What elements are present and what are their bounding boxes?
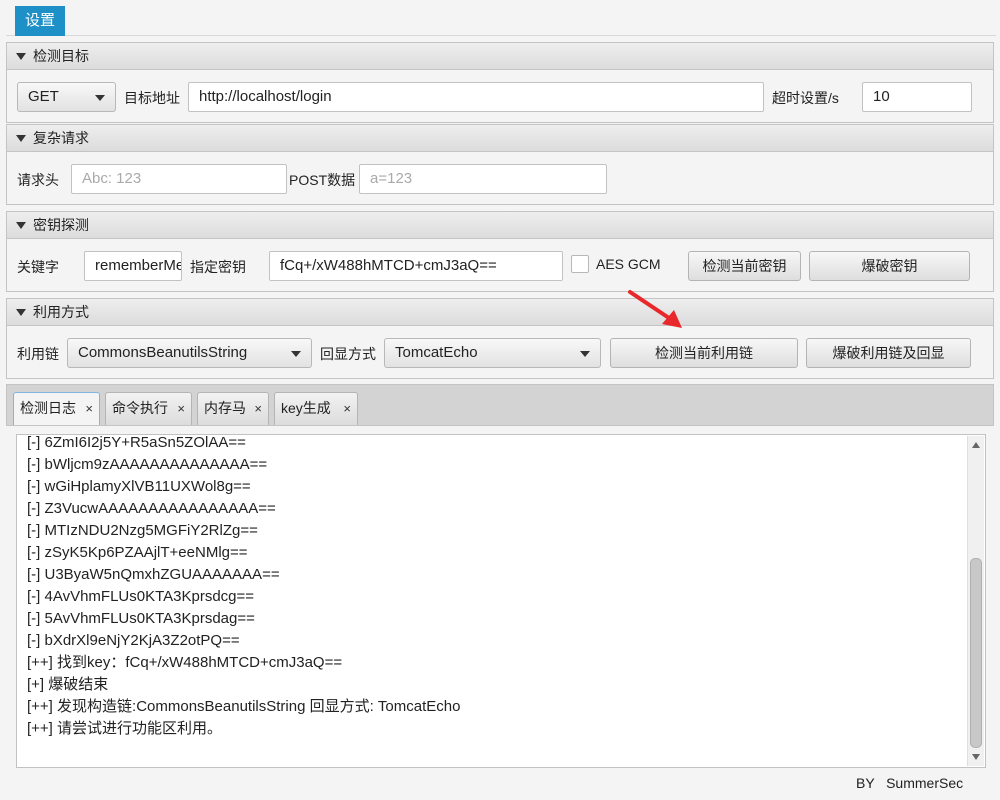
brute-chain-button[interactable]: 爆破利用链及回显 [806,338,971,368]
url-input[interactable]: http://localhost/login [188,82,764,112]
close-icon[interactable]: × [343,393,351,424]
log-line: [-] wGiHplamyXlVB11UXWol8g== [27,478,251,495]
check-key-button[interactable]: 检测当前密钥 [688,251,801,281]
scroll-down-arrow-icon[interactable] [972,754,980,760]
log-line: [++] 找到key：fCq+/xW488hMTCD+cmJ3aQ== [27,654,343,671]
timeout-label: 超时设置/s [772,90,839,106]
menu-bar: 设置 [6,4,996,36]
echo-select-value: TomcatEcho [395,344,478,361]
close-icon[interactable]: × [85,393,93,424]
log-line: [-] U3ByaW5nQmxhZGUAAAAAAA== [27,566,280,583]
scroll-up-arrow-icon[interactable] [972,442,980,448]
vertical-scrollbar[interactable] [967,436,984,766]
chevron-down-icon [95,95,105,101]
brute-key-button[interactable]: 爆破密钥 [809,251,970,281]
log-textarea[interactable]: [-] 6ZmI6I2j5Y+R5aSn5ZOlAA== [-] bWljcm9… [16,434,986,768]
url-label: 目标地址 [124,90,180,106]
log-line: [+] 爆破结束 [27,676,109,693]
chevron-down-icon [580,351,590,357]
close-icon[interactable]: × [254,393,262,424]
log-line: [++] 发现构造链:CommonsBeanutilsString 回显方式: … [27,698,461,715]
method-select-value: GET [28,88,59,105]
log-line: [-] 6ZmI6I2j5Y+R5aSn5ZOlAA== [27,434,246,451]
close-icon[interactable]: × [177,393,185,424]
annotation-arrow-icon [628,290,682,328]
header-input[interactable]: Abc: 123 [71,164,287,194]
complex-pane-header[interactable]: 复杂请求 [6,124,994,152]
echo-label: 回显方式 [320,346,376,362]
keyword-input[interactable]: rememberMe [84,251,182,281]
log-line: [-] Z3VucwAAAAAAAAAAAAAAAA== [27,500,276,517]
log-line: [-] bWljcm9zAAAAAAAAAAAAAA== [27,456,268,473]
key-pane-title: 密钥探测 [33,217,89,233]
log-line: [-] 5AvVhmFLUs0KTA3Kprsdag== [27,610,255,627]
tab-memshell[interactable]: 内存马 × [197,392,269,425]
scrollbar-thumb[interactable] [970,558,982,748]
chain-label: 利用链 [17,346,59,362]
footer-credit: BY SummerSec [856,775,964,791]
tab-label: key生成 [281,400,331,416]
aes-gcm-checkbox[interactable] [571,255,589,273]
tab-key-gen[interactable]: key生成 × [274,392,358,425]
collapse-triangle-icon[interactable] [16,309,26,316]
log-line: [-] zSyK5Kp6PZAAjlT+eeNMlg== [27,544,248,561]
timeout-input[interactable]: 10 [862,82,972,112]
tab-label: 检测日志 [20,400,76,416]
tab-command-exec[interactable]: 命令执行 × [105,392,192,425]
keyword-label: 关键字 [17,259,59,275]
collapse-triangle-icon[interactable] [16,222,26,229]
log-line: [++] 请尝试进行功能区利用。 [27,720,223,737]
key-pane-header[interactable]: 密钥探测 [6,211,994,239]
chain-select-value: CommonsBeanutilsString [78,344,248,361]
log-lines: [-] 6ZmI6I2j5Y+R5aSn5ZOlAA== [-] bWljcm9… [27,432,967,740]
post-label: POST数据 [289,172,356,188]
method-select[interactable]: GET [17,82,116,112]
log-line: [-] 4AvVhmFLUs0KTA3Kprsdcg== [27,588,255,605]
chevron-down-icon [291,351,301,357]
key-label: 指定密钥 [190,259,246,275]
target-pane-title: 检测目标 [33,48,89,64]
target-pane-header[interactable]: 检测目标 [6,42,994,70]
exploit-pane-header[interactable]: 利用方式 [6,298,994,326]
log-line: [-] bXdrXl9eNjY2KjA3Z2otPQ== [27,632,240,649]
collapse-triangle-icon[interactable] [16,135,26,142]
header-label: 请求头 [17,172,59,188]
menu-settings[interactable]: 设置 [15,6,65,36]
complex-pane-title: 复杂请求 [33,130,89,146]
chain-select[interactable]: CommonsBeanutilsString [67,338,312,368]
echo-select[interactable]: TomcatEcho [384,338,601,368]
post-data-input[interactable]: a=123 [359,164,607,194]
check-chain-button[interactable]: 检测当前利用链 [610,338,798,368]
key-input[interactable]: fCq+/xW488hMTCD+cmJ3aQ== [269,251,563,281]
aes-gcm-label: AES GCM [596,256,661,272]
tab-detect-log[interactable]: 检测日志 × [13,392,100,425]
collapse-triangle-icon[interactable] [16,53,26,60]
tab-label: 命令执行 [112,400,168,416]
log-line: [-] MTIzNDU2Nzg5MGFiY2RlZg== [27,522,258,539]
tab-label: 内存马 [204,400,246,416]
exploit-pane-title: 利用方式 [33,304,89,320]
